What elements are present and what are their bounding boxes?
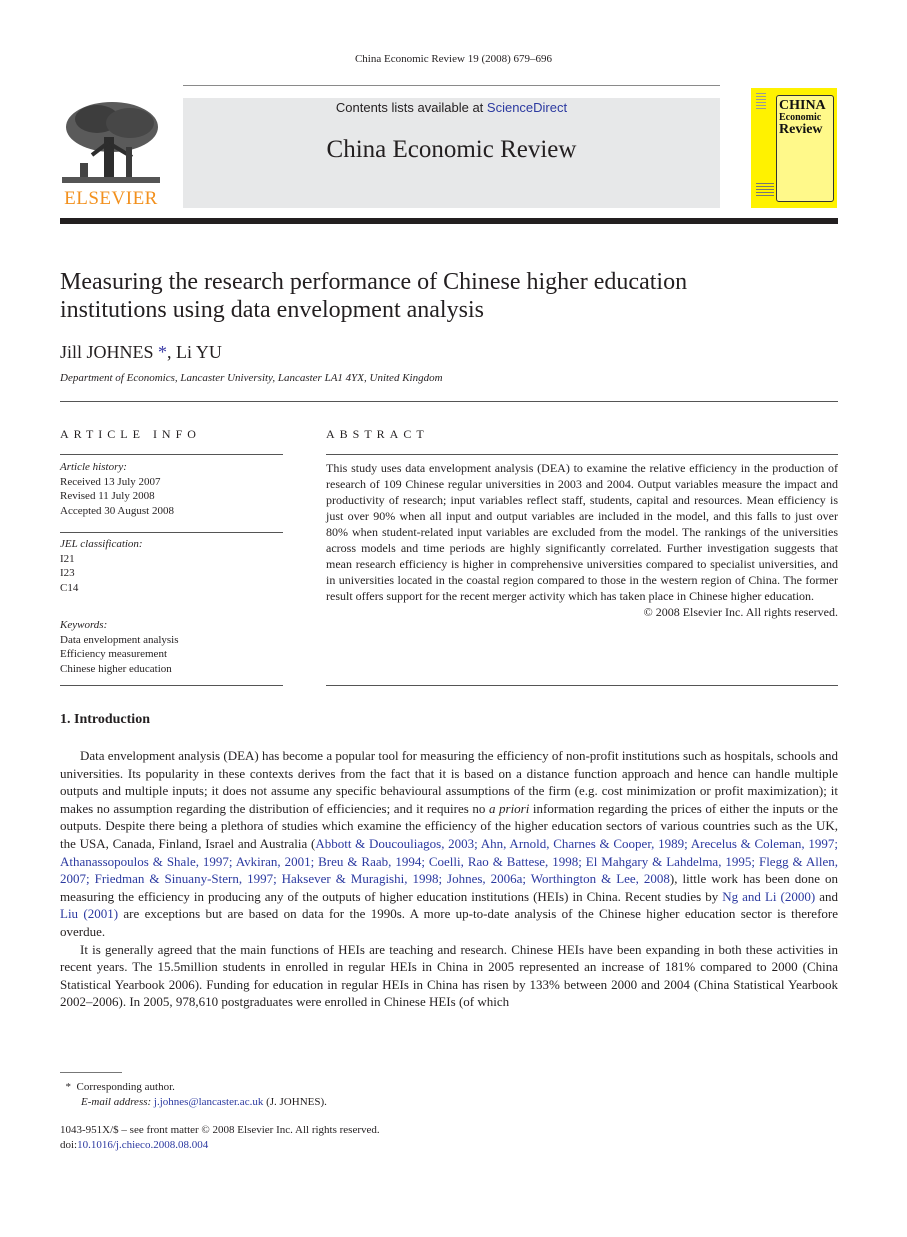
title-line: institutions using data envelopment anal… <box>60 297 484 323</box>
email-suffix: (J. JOHNES). <box>263 1096 327 1108</box>
abstract-divider <box>326 454 838 455</box>
masthead-divider <box>60 218 838 224</box>
history-item: Accepted 30 August 2008 <box>60 504 174 517</box>
abstract-paragraph: This study uses data envelopment analysi… <box>326 461 838 603</box>
elsevier-logo[interactable]: ELSEVIER <box>60 95 162 210</box>
doi-link[interactable]: 10.1016/j.chieco.2008.08.004 <box>77 1139 208 1151</box>
jel-classification: JEL classification: I21 I23 C14 <box>60 537 143 595</box>
article-title: Measuring the research performance of Ch… <box>60 268 840 324</box>
italic-term: a priori <box>488 800 530 816</box>
affiliation: Department of Economics, Lancaster Unive… <box>60 372 443 384</box>
email-link[interactable]: j.johnes@lancaster.ac.uk <box>154 1096 263 1108</box>
running-head: China Economic Review 19 (2008) 679–696 <box>354 53 553 65</box>
citation-link[interactable]: Liu (2001) <box>60 906 118 921</box>
history-label: Article history: <box>60 461 127 473</box>
header-rule <box>183 85 720 86</box>
keywords: Keywords: Data envelopment analysis Effi… <box>60 618 179 676</box>
info-divider <box>60 532 283 533</box>
email-label: E-mail address: <box>81 1096 152 1108</box>
history-item: Received 13 July 2007 <box>60 475 161 488</box>
contents-prefix: Contents lists available at <box>335 100 487 115</box>
abstract-heading: ABSTRACT <box>326 427 429 441</box>
corresponding-author-marker[interactable]: * <box>158 342 167 362</box>
publisher-name: ELSEVIER <box>64 188 158 209</box>
cover-title: CHINA Economic Review <box>779 98 826 137</box>
sciencedirect-link[interactable]: ScienceDirect <box>487 100 567 115</box>
text-run: and <box>815 888 838 904</box>
elsevier-tree-logo-icon <box>62 102 160 183</box>
jel-code: I23 <box>60 567 75 579</box>
title-line: Measuring the research performance of Ch… <box>60 269 688 295</box>
journal-banner: Contents lists available at ScienceDirec… <box>183 98 720 208</box>
author-name[interactable]: Li YU <box>176 342 222 362</box>
introduction-body: Data envelopment analysis (DEA) has beco… <box>60 747 838 1011</box>
issn-line: 1043-951X/$ – see front matter © 2008 El… <box>60 1124 380 1136</box>
jel-code: C14 <box>60 581 79 594</box>
cover-title-line: Review <box>779 122 823 137</box>
citation-link[interactable]: Ng and Li (2000) <box>722 889 815 904</box>
jel-code: I21 <box>60 552 75 565</box>
jel-label: JEL classification: <box>60 538 143 550</box>
contents-line: Contents lists available at ScienceDirec… <box>183 100 720 115</box>
section-heading-introduction: 1. Introduction <box>60 712 150 727</box>
history-item: Revised 11 July 2008 <box>60 490 155 502</box>
paragraph: Data envelopment analysis (DEA) has beco… <box>60 747 838 941</box>
article-info-heading: ARTICLE INFO <box>60 427 201 441</box>
info-divider <box>60 685 283 686</box>
cover-title-line: CHINA <box>779 98 826 113</box>
abstract-body: This study uses data envelopment analysi… <box>326 460 838 620</box>
keywords-label: Keywords: <box>60 619 108 631</box>
keyword: Data envelopment analysis <box>60 633 179 646</box>
paragraph: It is generally agreed that the main fun… <box>60 941 838 1010</box>
keyword: Efficiency measurement <box>60 648 167 660</box>
footnote-rule <box>60 1072 122 1073</box>
article-history: Article history: Received 13 July 2007 R… <box>60 460 174 518</box>
footnote-marker: * <box>65 1081 72 1093</box>
info-divider <box>60 454 283 455</box>
keyword: Chinese higher education <box>60 662 172 675</box>
footnote: * Corresponding author. E-mail address: … <box>60 1080 327 1110</box>
abstract-divider <box>326 685 838 686</box>
doi-label: doi: <box>60 1139 78 1151</box>
section-divider <box>60 401 838 402</box>
text-run: are exceptions but are based on data for… <box>60 906 839 939</box>
journal-name[interactable]: China Economic Review <box>183 136 720 164</box>
cover-publisher-mark-icon <box>756 93 766 111</box>
cover-issue-info-icon <box>756 183 774 197</box>
author-list: Jill JOHNES *, Li YU <box>60 342 222 363</box>
author-name[interactable]: Jill JOHNES <box>60 342 154 362</box>
abstract-copyright: © 2008 Elsevier Inc. All rights reserved… <box>643 605 838 619</box>
journal-cover-thumbnail[interactable]: CHINA Economic Review <box>751 88 837 208</box>
front-matter: 1043-951X/$ – see front matter © 2008 El… <box>60 1123 380 1153</box>
footnote-text: Corresponding author. <box>76 1081 175 1093</box>
author-separator: , <box>167 342 177 362</box>
